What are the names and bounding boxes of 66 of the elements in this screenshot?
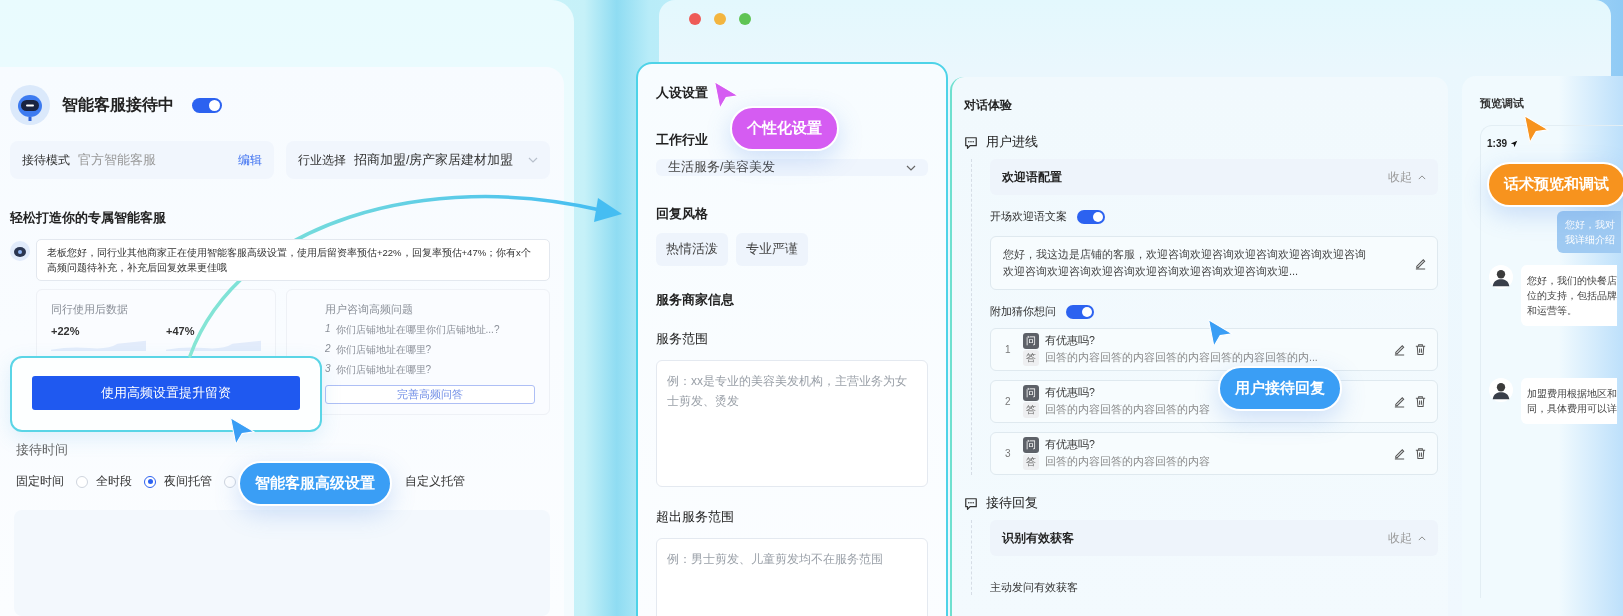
answer-text: 回答的内容回答的内容回答的内容: [1045, 403, 1210, 417]
group-title: 欢迎语配置: [1002, 169, 1063, 185]
mode-field[interactable]: 接待模式 官方智能客服 编辑: [10, 141, 274, 179]
section-label: 服务商家信息: [656, 292, 734, 309]
item-number: 2: [325, 343, 331, 356]
question-tag: 问: [1023, 333, 1039, 349]
item-number: 3: [1005, 448, 1012, 459]
section-title: 接待回复: [986, 495, 1038, 512]
card-title: 用户咨询高频问题: [325, 302, 414, 317]
welcome-text: 您好，我这边是店铺的客服，欢迎咨询欢迎咨询欢迎咨询欢迎咨询欢迎咨询欢迎咨询欢迎咨询欢迎咨询欢迎咨询欢迎咨询欢迎咨询欢迎...: [1003, 247, 1367, 279]
question-tag: 问: [1023, 385, 1039, 401]
faq-question: 你们店铺地址在哪里?: [335, 363, 432, 377]
field-label: 超出服务范围: [656, 509, 734, 526]
answer-tag: 答: [1023, 350, 1039, 366]
industry-select[interactable]: 行业选择 招商加盟/房产家居建材加盟: [286, 141, 550, 179]
style-chip[interactable]: 专业严谨: [736, 233, 808, 266]
option-label: 附加猜你想问: [990, 304, 1056, 319]
item-number: 3: [325, 363, 331, 376]
bot-message: 您好，我们的快餐店 位的支持，包括品牌 和运营等。: [1521, 265, 1617, 326]
item-number: 1: [1005, 344, 1012, 355]
card-title: 人设设置: [656, 84, 708, 102]
group-title: 识别有效获客: [1002, 530, 1075, 546]
answer-text: 回答的内容回答的内容回答的内容回答的内容回答的内...: [1045, 351, 1318, 365]
question-text: 有优惠吗?: [1045, 334, 1095, 348]
callout-label: 智能客服高级设置: [238, 461, 392, 506]
panel-title: 对话体验: [964, 97, 1013, 114]
item-number: 1: [325, 323, 331, 336]
field-label: 工作行业: [656, 132, 708, 149]
answer-tag: 答: [1023, 454, 1039, 470]
edit-link[interactable]: 编辑: [238, 151, 262, 169]
faq-question: 你们店铺地址在哪里你们店铺地址...?: [335, 323, 500, 337]
bot-message: 加盟费用根据地区和 同，具体费用可以详: [1521, 378, 1617, 424]
retention-button[interactable]: 使用高频设置提升留资: [32, 376, 300, 410]
status-time: 1:39: [1487, 138, 1507, 149]
answer-text: 回答的内容回答的内容回答的内容: [1045, 455, 1210, 469]
text-area[interactable]: 例：男士剪发、儿童剪发均不在服务范围: [656, 538, 928, 616]
item-number: 2: [1005, 396, 1012, 407]
user-message: 您好，我对 我详细介绍: [1557, 211, 1621, 253]
field-label: 固定时间: [16, 473, 64, 490]
faq-question: 你们店铺地址在哪里?: [335, 343, 432, 357]
industry-select[interactable]: 生活服务/美容美发: [656, 159, 928, 176]
section-heading: 轻松打造你的专属智能客服: [10, 209, 167, 227]
stat-value: +47%: [166, 325, 196, 337]
card-title: 同行使用后数据: [51, 302, 129, 317]
tip-message: 老板您好，同行业其他商家正在使用智能客服高级设置，使用后留资率预估+22%，回复率预估+47%；你有x个高频问题待补充，补充后回复效果更佳哦: [36, 239, 550, 281]
answer-tag: 答: [1023, 402, 1039, 418]
option-label: 开场欢迎语文案: [990, 209, 1067, 224]
callout-label: 个性化设置: [730, 106, 839, 151]
question-tag: 问: [1023, 437, 1039, 453]
field-label: 服务范围: [656, 331, 708, 348]
callout-label: 话术预览和调试: [1487, 162, 1623, 207]
field-label: 回复风格: [656, 206, 708, 223]
style-chip[interactable]: 热情活泼: [656, 233, 728, 266]
text-area[interactable]: 例：xx是专业的美容美发机构，主营业务为女士剪发、烫发: [656, 360, 928, 487]
stat-value: +22%: [51, 325, 81, 337]
radio-label[interactable]: 全时段: [96, 473, 132, 490]
section-title: 用户进线: [986, 134, 1038, 151]
radio-label[interactable]: 夜间托管: [164, 473, 212, 490]
panel-title: 预览调试: [1480, 96, 1525, 111]
callout-label: 用户接待回复: [1218, 366, 1342, 411]
question-text: 有优惠吗?: [1045, 438, 1095, 452]
question-text: 有优惠吗?: [1045, 386, 1095, 400]
radio-label[interactable]: 自定义托管: [405, 473, 465, 490]
option-label: 主动发问有效获客: [990, 580, 1079, 595]
status-title: 智能客服接待中: [62, 94, 174, 115]
section-label: 接待时间: [16, 441, 69, 459]
